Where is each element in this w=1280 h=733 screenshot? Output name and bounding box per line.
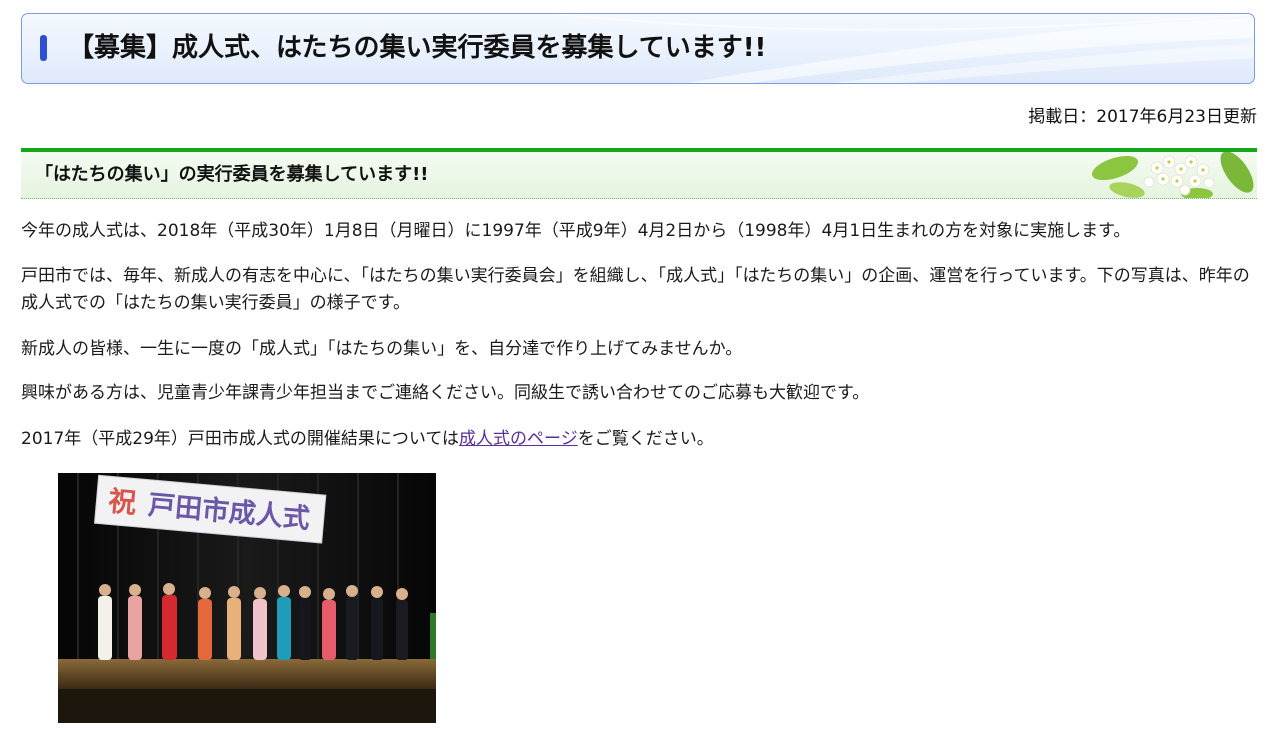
- paragraph-schedule: 今年の成人式は、2018年（平成30年）1月8日（月曜日）に1997年（平成9年…: [21, 221, 1131, 241]
- banner-celebrate-char: 祝: [107, 484, 138, 519]
- ceremony-page-link[interactable]: 成人式のページ: [459, 429, 578, 449]
- ceremony-photo: 祝 戸田市成人式: [58, 473, 436, 723]
- posted-date: 掲載日：2017年6月23日更新: [1028, 107, 1257, 127]
- paragraph-contact: 興味がある方は、児童青少年課青少年担当までご連絡ください。同級生で誘い合わせての…: [21, 383, 870, 403]
- results-text-before: 2017年（平成29年）戸田市成人式の開催結果については: [21, 429, 460, 449]
- results-text-after: をご覧ください。: [577, 429, 714, 449]
- ceremony-photo-illustration: 祝 戸田市成人式: [58, 473, 436, 723]
- paragraph-invitation: 新成人の皆様、一生に一度の「成人式」「はたちの集い」を、自分達で作り上げてみませ…: [21, 339, 743, 359]
- page-title-box: 【募集】成人式、はたちの集い実行委員を募集しています!!: [21, 13, 1255, 84]
- page-title: 【募集】成人式、はたちの集い実行委員を募集しています!!: [68, 33, 767, 63]
- paragraph-results: 2017年（平成29年）戸田市成人式の開催結果については成人式のページをご覧くだ…: [21, 426, 1257, 453]
- page: 【募集】成人式、はたちの集い実行委員を募集しています!! 掲載日：2017年6月…: [0, 0, 1280, 733]
- flower-decoration: [1091, 152, 1254, 198]
- section-heading-box: 「はたちの集い」の実行委員を募集しています!!: [21, 148, 1257, 199]
- section-heading: 「はたちの集い」の実行委員を募集しています!!: [35, 164, 429, 185]
- paragraph-committee: 戸田市では、毎年、新成人の有志を中心に、「はたちの集い実行委員会」を組織し、「成…: [21, 266, 1250, 313]
- title-accent-bar: [40, 35, 47, 61]
